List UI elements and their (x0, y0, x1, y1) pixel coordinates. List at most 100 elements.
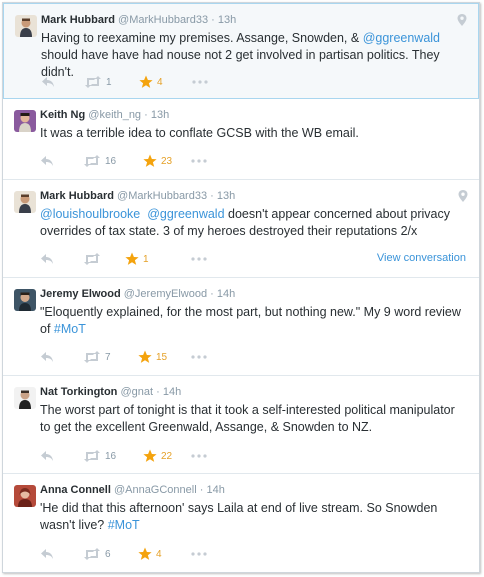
retweet-button[interactable]: 6 (83, 546, 111, 562)
reply-button[interactable] (40, 153, 54, 169)
mention-link[interactable]: @ggreenwald (147, 207, 224, 221)
avatar[interactable] (14, 289, 36, 311)
tweet-text-part: "Eloquently explained, for the most part… (40, 305, 461, 336)
retweet-button[interactable]: 7 (83, 349, 111, 365)
more-button[interactable] (191, 251, 207, 267)
tweet-item[interactable]: Jeremy Elwood @JeremyElwood · 14h "Eloqu… (3, 278, 479, 376)
tweet-actions: 7 15 (40, 349, 469, 365)
reply-button[interactable] (40, 251, 54, 267)
author-name[interactable]: Keith Ng (40, 109, 85, 121)
mention-link[interactable]: @ggreenwald (363, 31, 440, 45)
more-icon (191, 552, 207, 556)
tweet-text: It was a terrible idea to conflate GCSB … (40, 125, 467, 142)
separator: · (211, 14, 215, 26)
more-icon (192, 80, 208, 84)
separator: · (210, 288, 214, 300)
tweet-actions: 16 23 (40, 153, 469, 169)
retweet-button[interactable]: 16 (83, 153, 116, 169)
retweet-button[interactable]: 1 (84, 74, 112, 90)
tweet-header: Nat Torkington @gnat · 14h (40, 385, 469, 399)
favorite-button[interactable]: 4 (139, 74, 163, 90)
tweet-time[interactable]: 13h (218, 14, 236, 26)
retweet-icon (84, 351, 100, 363)
retweet-count: 7 (105, 351, 111, 363)
reply-button[interactable] (40, 349, 54, 365)
author-name[interactable]: Mark Hubbard (40, 190, 114, 202)
tweet-time[interactable]: 13h (151, 109, 169, 121)
favorite-button[interactable]: 22 (143, 448, 172, 464)
author-handle[interactable]: @keith_ng (88, 109, 141, 121)
retweet-icon (84, 450, 100, 462)
retweet-button[interactable] (83, 251, 105, 267)
more-icon (191, 355, 207, 359)
tweet-text-part: It was a terrible idea to conflate GCSB … (40, 126, 359, 140)
tweet-text: @louishoulbrooke @ggreenwald doesn't app… (40, 206, 467, 240)
retweet-count: 16 (105, 155, 117, 167)
star-icon (138, 547, 152, 560)
tweet-time[interactable]: 14h (206, 484, 224, 496)
location-pin-icon[interactable] (457, 189, 469, 203)
tweet-text-part: The worst part of tonight is that it too… (40, 403, 455, 434)
tweet-time[interactable]: 14h (217, 288, 235, 300)
favorite-count: 22 (161, 450, 173, 462)
mention-link[interactable]: @louishoulbrooke (40, 207, 140, 221)
reply-button[interactable] (40, 448, 54, 464)
favorite-button[interactable]: 23 (143, 153, 172, 169)
reply-button[interactable] (40, 546, 54, 562)
avatar[interactable] (14, 191, 36, 213)
author-name[interactable]: Jeremy Elwood (40, 288, 121, 300)
favorite-count: 4 (156, 548, 162, 560)
tweet-time[interactable]: 13h (217, 190, 235, 202)
tweet-item[interactable]: Keith Ng @keith_ng · 13h It was a terrib… (3, 99, 479, 180)
tweet-header: Jeremy Elwood @JeremyElwood · 14h (40, 287, 469, 301)
favorite-count: 1 (143, 253, 149, 265)
avatar[interactable] (15, 15, 37, 37)
more-button[interactable] (191, 349, 207, 365)
view-conversation-link[interactable]: View conversation (377, 252, 466, 264)
retweet-button[interactable]: 16 (83, 448, 116, 464)
more-icon (191, 159, 207, 163)
favorite-count: 15 (156, 351, 168, 363)
avatar[interactable] (14, 387, 36, 409)
author-handle[interactable]: @MarkHubbard33 (118, 14, 208, 26)
more-button[interactable] (192, 74, 208, 90)
reply-icon (41, 352, 53, 362)
tweet-item[interactable]: Anna Connell @AnnaGConnell · 14h 'He did… (3, 474, 479, 572)
reply-icon (41, 451, 53, 461)
retweet-icon (84, 155, 100, 167)
more-button[interactable] (191, 546, 207, 562)
location-pin-icon[interactable] (456, 13, 468, 27)
favorite-button[interactable]: 1 (125, 251, 149, 267)
more-icon (191, 257, 207, 261)
hashtag-link[interactable]: #MoT (54, 322, 86, 336)
avatar[interactable] (14, 485, 36, 507)
favorite-button[interactable]: 4 (138, 546, 162, 562)
timeline-frame: Mark Hubbard @MarkHubbard33 · 13h Having… (2, 2, 480, 573)
favorite-button[interactable]: 15 (138, 349, 167, 365)
tweet-item[interactable]: Mark Hubbard @MarkHubbard33 · 13h @louis… (3, 180, 479, 278)
author-handle[interactable]: @gnat (120, 386, 153, 398)
more-button[interactable] (191, 448, 207, 464)
tweet-item[interactable]: Mark Hubbard @MarkHubbard33 · 13h Having… (3, 3, 479, 99)
reply-icon (41, 156, 53, 166)
author-name[interactable]: Anna Connell (40, 484, 111, 496)
hashtag-link[interactable]: #MoT (108, 518, 140, 532)
tweet-actions: 1 View conversation (40, 251, 469, 267)
reply-button[interactable] (41, 74, 55, 90)
author-name[interactable]: Mark Hubbard (41, 14, 115, 26)
author-handle[interactable]: @AnnaGConnell (114, 484, 197, 496)
author-handle[interactable]: @MarkHubbard33 (117, 190, 207, 202)
retweet-icon (84, 253, 100, 265)
author-name[interactable]: Nat Torkington (40, 386, 117, 398)
avatar[interactable] (14, 110, 36, 132)
tweet-time[interactable]: 14h (163, 386, 181, 398)
more-button[interactable] (191, 153, 207, 169)
tweet-actions: 1 4 (41, 74, 468, 90)
tweet-actions: 6 4 (40, 546, 469, 562)
tweet-header: Mark Hubbard @MarkHubbard33 · 13h (40, 189, 469, 203)
tweet-item[interactable]: Nat Torkington @gnat · 14h The worst par… (3, 376, 479, 474)
tweet-header: Keith Ng @keith_ng · 13h (40, 108, 469, 122)
author-handle[interactable]: @JeremyElwood (124, 288, 207, 300)
reply-icon (41, 549, 53, 559)
retweet-count: 1 (106, 76, 112, 88)
